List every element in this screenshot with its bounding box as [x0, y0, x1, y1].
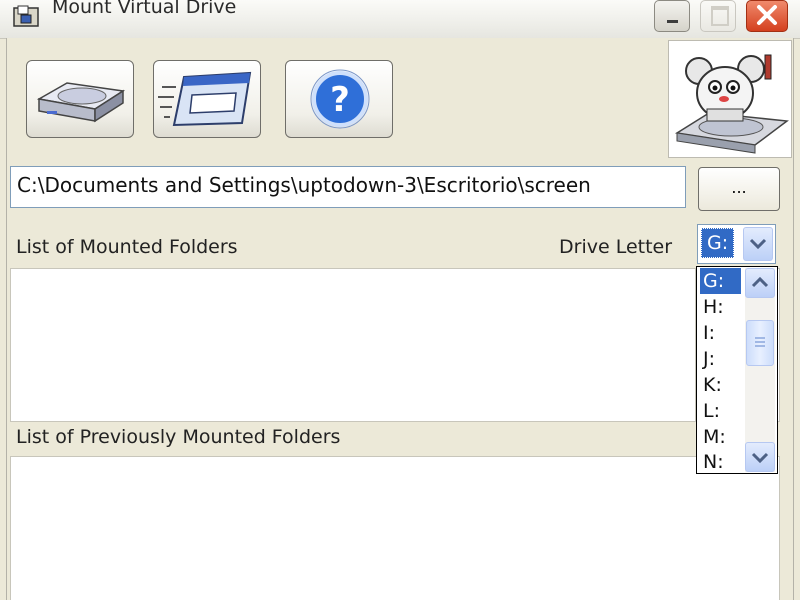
list-item[interactable]: L: [700, 398, 741, 424]
question-mark-icon: ? [310, 69, 370, 129]
list-item[interactable]: J: [700, 346, 741, 372]
previous-folders-list[interactable] [10, 456, 780, 600]
minimize-button[interactable] [654, 0, 690, 32]
scroll-up-button[interactable] [745, 268, 775, 298]
window-icon [158, 71, 252, 127]
list-item[interactable]: I: [700, 320, 741, 346]
list-item[interactable]: K: [700, 372, 741, 398]
close-button[interactable] [746, 0, 788, 32]
svg-text:?: ? [330, 80, 350, 120]
list-item[interactable]: M: [700, 424, 741, 450]
grip-icon [755, 337, 765, 347]
drive-letter-dropdown-list[interactable]: G: H: I: J: K: L: M: N: [696, 266, 778, 474]
help-button[interactable]: ? [285, 60, 393, 138]
mounted-folders-header: List of Mounted Folders [16, 236, 238, 258]
drive-letter-selected: G: [701, 228, 735, 258]
dropdown-scrollbar[interactable] [745, 268, 775, 472]
chevron-up-icon [751, 276, 769, 288]
chevron-down-icon [749, 238, 767, 250]
drive-letter-select[interactable]: G: [697, 224, 776, 264]
chevron-down-icon [751, 452, 769, 464]
title-bar: Mount Virtual Drive [0, 0, 800, 39]
close-icon [757, 5, 777, 25]
drive-letter-label: Drive Letter [559, 236, 673, 258]
maximize-icon [711, 6, 729, 26]
mounted-folders-list[interactable] [10, 268, 696, 422]
previous-folders-header: List of Previously Mounted Folders [16, 426, 341, 448]
minimize-icon [667, 20, 678, 23]
open-folder-window-button[interactable] [153, 60, 261, 138]
dropdown-toggle[interactable] [743, 227, 773, 261]
window-title: Mount Virtual Drive [52, 0, 237, 18]
drive-mascot-logo [674, 54, 789, 154]
scroll-down-button[interactable] [745, 442, 775, 472]
folder-path-input[interactable]: C:\Documents and Settings\uptodown-3\Esc… [10, 166, 686, 208]
hard-drive-icon [36, 82, 126, 123]
scroll-thumb[interactable] [746, 320, 774, 366]
list-item[interactable]: N: [700, 449, 741, 475]
app-icon [13, 5, 39, 27]
app-logo [668, 40, 792, 158]
maximize-button [700, 0, 736, 32]
mount-drive-button[interactable] [26, 60, 134, 138]
list-item[interactable]: G: [700, 268, 741, 294]
browse-button[interactable]: ... [698, 167, 780, 211]
list-item[interactable]: H: [700, 294, 741, 320]
